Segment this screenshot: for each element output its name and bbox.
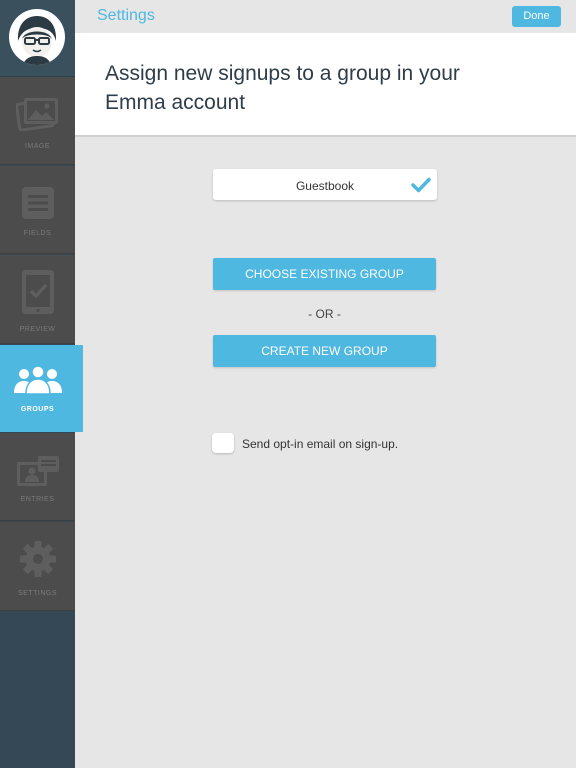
sidebar-item-label: PREVIEW (19, 326, 56, 333)
choose-existing-group-button[interactable]: CHOOSE EXISTING GROUP (213, 258, 436, 290)
sidebar-item-fields[interactable]: FIELDS (0, 166, 75, 254)
sidebar-item-entries[interactable]: ENTRIES (0, 433, 75, 521)
optin-label: Send opt-in email on sign-up. (242, 437, 399, 451)
entries-icon (16, 455, 60, 492)
page-title: Settings (97, 7, 155, 24)
sidebar-item-label: ENTRIES (20, 496, 55, 503)
create-new-group-button[interactable]: CREATE NEW GROUP (213, 335, 436, 367)
sidebar-item-label: FIELDS (23, 230, 52, 237)
sidebar-item-preview[interactable]: PREVIEW (0, 255, 75, 344)
sidebar-item-settings[interactable]: SETTINGS (0, 522, 75, 611)
checkmark-icon (411, 177, 431, 198)
done-button[interactable]: Done (512, 6, 561, 27)
sidebar-item-groups[interactable]: GROUPS (0, 345, 83, 432)
fields-icon (21, 186, 55, 225)
preview-icon (21, 269, 55, 320)
section-header: Assign new signups to a group in your Em… (75, 33, 576, 137)
or-separator: - OR - (308, 307, 341, 321)
sidebar-item-label: GROUPS (20, 406, 55, 413)
selected-group-value: Guestbook (295, 179, 355, 193)
groups-icon (12, 365, 64, 400)
avatar-illustration (10, 10, 64, 65)
avatar[interactable] (9, 9, 65, 65)
image-icon (14, 93, 60, 136)
gear-icon (19, 540, 57, 583)
sidebar: IMAGE FIELDS PREVIEW GROUPS ENTRIES SETT… (0, 0, 83, 768)
selected-group-field[interactable]: Guestbook (213, 169, 437, 200)
sidebar-item-label: SETTINGS (17, 590, 57, 597)
sidebar-item-label: IMAGE (24, 143, 51, 150)
top-bar: Settings Done (75, 0, 576, 33)
section-heading: Assign new signups to a group in your Em… (105, 62, 460, 114)
avatar-area (0, 0, 75, 77)
optin-checkbox[interactable] (212, 433, 234, 453)
sidebar-item-image[interactable]: IMAGE (0, 77, 75, 165)
